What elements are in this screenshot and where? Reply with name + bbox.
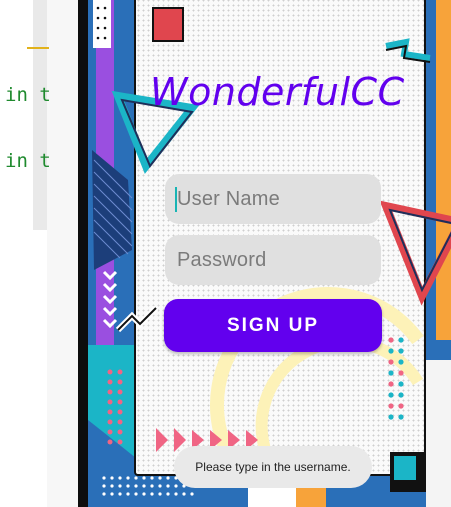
password-field[interactable]: Password [165,235,381,285]
editor-current-line-marker [27,47,49,49]
username-placeholder: User Name [177,188,280,210]
password-placeholder: Password [177,249,267,271]
code-editor-fragment: in t in t [0,0,78,507]
app-title: WonderfulCC [150,70,405,114]
toast-message: Please type in the username. [174,446,372,488]
code-line: in t [5,150,51,172]
editor-side-pane [47,0,78,507]
sign-up-button[interactable]: SIGN UP [164,299,382,352]
code-line: in t [5,84,51,106]
username-field[interactable]: User Name [165,174,381,224]
app-screen: WonderfulCC User Name Password SIGN UP P… [88,0,451,507]
phone-emulator-frame: WonderfulCC User Name Password SIGN UP P… [78,0,451,507]
editor-gutter [33,0,48,230]
